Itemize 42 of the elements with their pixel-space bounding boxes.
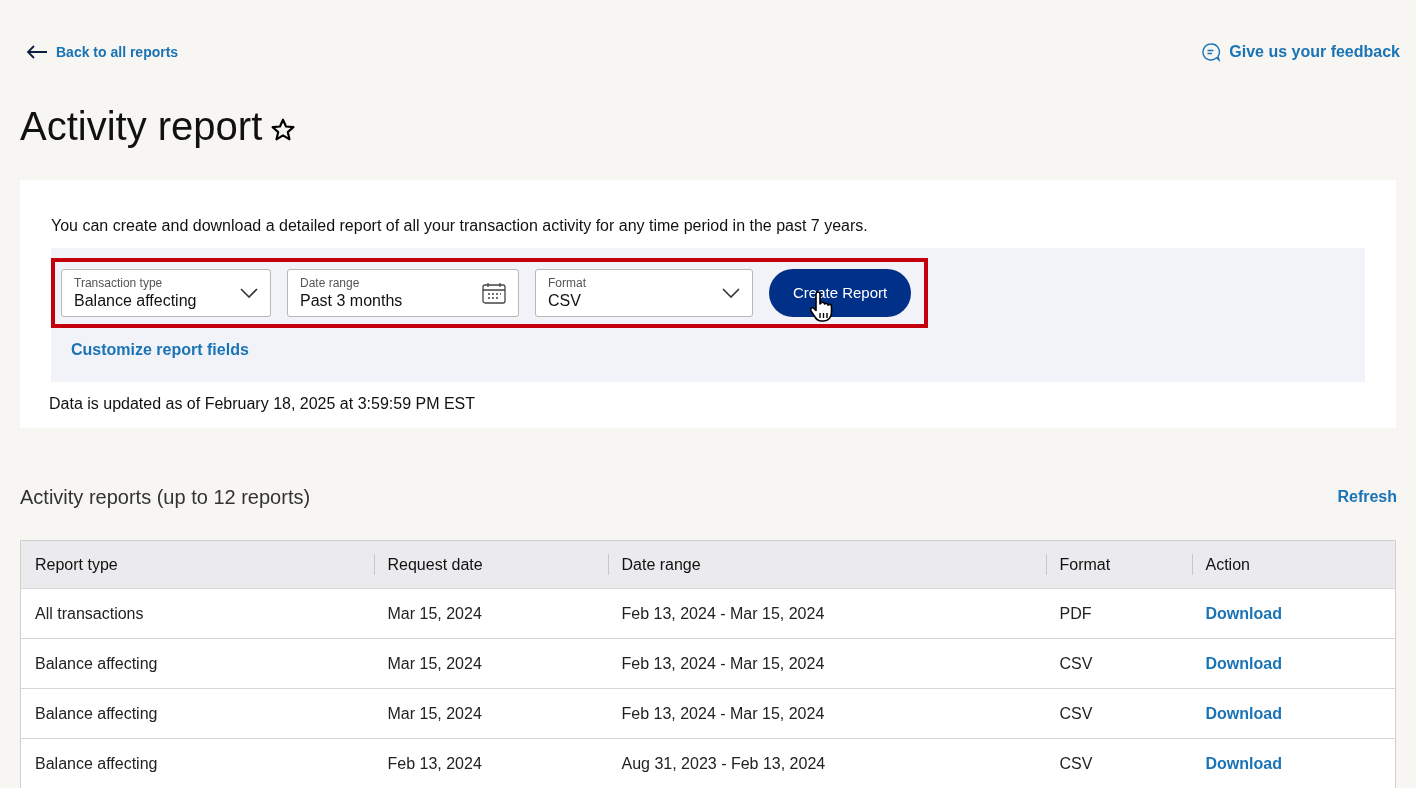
column-header: Report type (20, 540, 374, 589)
download-link[interactable]: Download (1205, 704, 1282, 722)
chevron-down-icon (240, 288, 258, 298)
table-cell: Feb 13, 2024 - Mar 15, 2024 (607, 688, 1046, 739)
back-arrow-icon (26, 45, 48, 59)
table-cell: CSV (1045, 638, 1192, 689)
table-cell: Balance affecting (20, 688, 374, 739)
refresh-link[interactable]: Refresh (1337, 485, 1397, 509)
column-header: Date range (607, 540, 1046, 589)
download-link[interactable]: Download (1205, 654, 1282, 672)
feedback-link[interactable]: Give us your feedback (1201, 40, 1400, 64)
download-link[interactable]: Download (1205, 754, 1282, 772)
table-cell: Balance affecting (20, 738, 374, 788)
table-cell: CSV (1045, 738, 1192, 788)
table-cell: Mar 15, 2024 (373, 638, 608, 689)
customize-fields-link[interactable]: Customize report fields (71, 341, 249, 358)
chevron-down-icon (722, 288, 740, 298)
page-title: Activity report (20, 103, 263, 150)
table-cell: Mar 15, 2024 (373, 688, 608, 739)
table-cell: PDF (1045, 588, 1192, 639)
table-cell: Balance affecting (20, 638, 374, 689)
dropdown-field[interactable]: Format CSV (535, 269, 753, 317)
intro-text: You can create and download a detailed report of all your transaction activity for any time period in the past 7 years. (51, 216, 869, 236)
table-cell: Feb 13, 2024 - Mar 15, 2024 (607, 588, 1046, 639)
table-cell: Feb 13, 2024 - Mar 15, 2024 (607, 638, 1046, 689)
table-cell: Feb 13, 2024 (373, 738, 608, 788)
table-cell: Mar 15, 2024 (373, 588, 608, 639)
chat-bubble-icon (1201, 42, 1222, 62)
table-cell: CSV (1045, 688, 1192, 739)
download-link[interactable]: Download (1205, 604, 1282, 622)
table-cell: Aug 31, 2023 - Feb 13, 2024 (607, 738, 1046, 788)
section-heading: Activity reports (up to 12 reports) (20, 485, 311, 510)
updated-note: Data is updated as of February 18, 2025 at 3:59:59 PM EST (49, 394, 477, 414)
back-link[interactable]: Back to all reports (26, 41, 179, 63)
table-cell: All transactions (20, 588, 374, 639)
date-range-field[interactable]: Date range Past 3 months (287, 269, 519, 317)
dropdown-field[interactable]: Transaction type Balance affecting (61, 269, 271, 317)
column-header: Action (1191, 540, 1396, 589)
calendar-icon (482, 282, 506, 304)
star-icon[interactable] (270, 117, 297, 143)
column-header: Format (1045, 540, 1192, 589)
column-header: Request date (373, 540, 608, 589)
